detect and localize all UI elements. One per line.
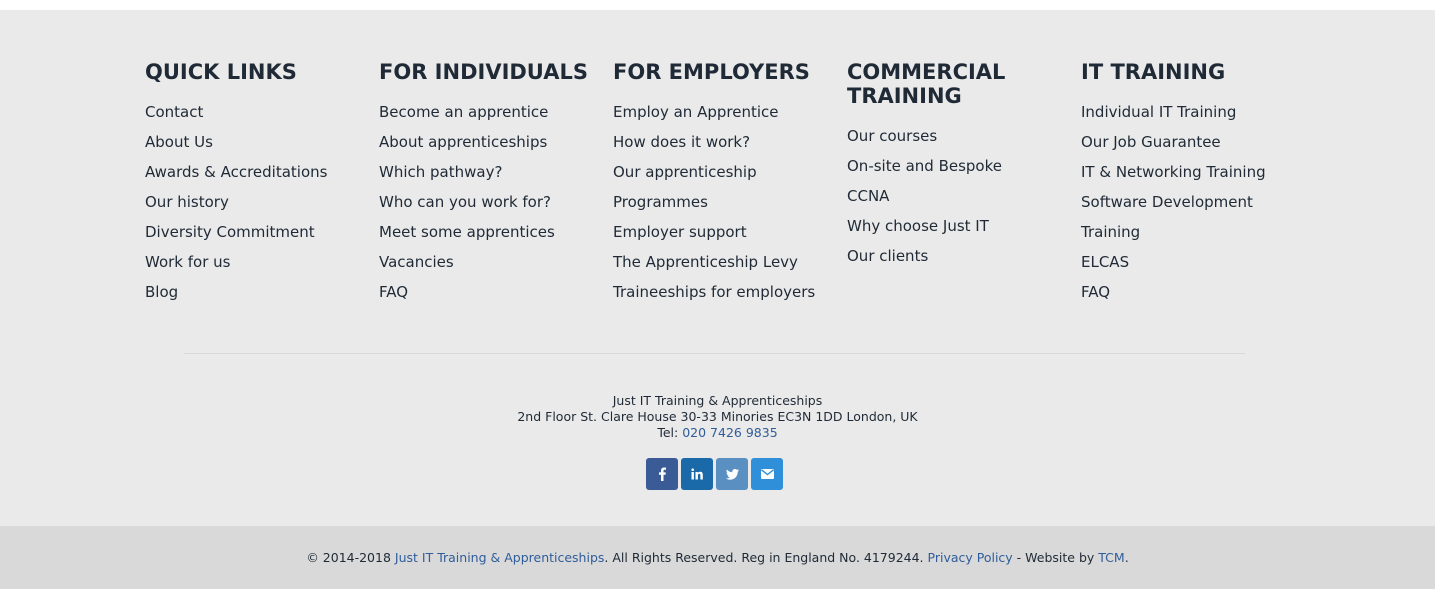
footer-link-contact[interactable]: Contact — [145, 97, 375, 127]
footer-link-about-us[interactable]: About Us — [145, 127, 375, 157]
footer-column-commercial-training: COMMERCIAL TRAINING Our courses On-site … — [847, 60, 1077, 271]
footer-link-job-guarantee[interactable]: Our Job Guarantee — [1081, 127, 1311, 157]
copyright-text: © 2014-2018 Just IT Training & Apprentic… — [306, 550, 1129, 565]
footer-link-traineeships[interactable]: Traineeships for employers — [613, 277, 843, 307]
contact-block: Just IT Training & Apprenticeships 2nd F… — [0, 393, 1435, 441]
social-icons — [646, 458, 783, 490]
company-address: 2nd Floor St. Clare House 30-33 Minories… — [517, 409, 918, 424]
footer-divider — [184, 353, 1245, 354]
company-link[interactable]: Just IT Training & Apprenticeships — [395, 550, 605, 565]
footer-link-onsite-bespoke[interactable]: On-site and Bespoke — [847, 151, 1077, 181]
footer-column-it-training: IT TRAINING Individual IT Training Our J… — [1081, 60, 1311, 307]
facebook-icon[interactable] — [646, 458, 678, 490]
footer-link-why-choose[interactable]: Why choose Just IT — [847, 211, 1077, 241]
footer-link-ccna[interactable]: CCNA — [847, 181, 1077, 211]
linkedin-icon[interactable] — [681, 458, 713, 490]
footer-link-which-pathway[interactable]: Which pathway? — [379, 157, 609, 187]
footer-link-awards[interactable]: Awards & Accreditations — [145, 157, 375, 187]
footer-link-apprenticeship-levy[interactable]: The Apprenticeship Levy — [613, 247, 843, 277]
footer-link-it-networking[interactable]: IT & Networking Training — [1081, 157, 1311, 187]
column-heading: IT TRAINING — [1081, 60, 1226, 84]
footer-link-work-for-us[interactable]: Work for us — [145, 247, 375, 277]
footer-link-elcas[interactable]: ELCAS — [1081, 247, 1311, 277]
footer-link-our-apprenticeship[interactable]: Our apprenticeship — [613, 157, 843, 187]
footer-link-blog[interactable]: Blog — [145, 277, 375, 307]
tcm-link[interactable]: TCM — [1098, 550, 1124, 565]
email-icon[interactable] — [751, 458, 783, 490]
footer-link-vacancies[interactable]: Vacancies — [379, 247, 609, 277]
footer-link-diversity[interactable]: Diversity Commitment — [145, 217, 375, 247]
footer-link-how-does-it-work[interactable]: How does it work? — [613, 127, 843, 157]
footer-link-employer-support[interactable]: Employer support — [613, 217, 843, 247]
footer-column-for-employers: FOR EMPLOYERS Employ an Apprentice How d… — [613, 60, 843, 307]
footer-link-training[interactable]: Training — [1081, 217, 1311, 247]
footer-link-software-development[interactable]: Software Development — [1081, 187, 1311, 217]
footer-link-meet-apprentices[interactable]: Meet some apprentices — [379, 217, 609, 247]
footer-column-for-individuals: FOR INDIVIDUALS Become an apprentice Abo… — [379, 60, 609, 307]
footer-link-employ-apprentice[interactable]: Employ an Apprentice — [613, 97, 843, 127]
footer-link-our-clients[interactable]: Our clients — [847, 241, 1077, 271]
footer-link-our-courses[interactable]: Our courses — [847, 121, 1077, 151]
copyright-bar: © 2014-2018 Just IT Training & Apprentic… — [0, 526, 1435, 589]
footer-link-our-history[interactable]: Our history — [145, 187, 375, 217]
footer-link-faq[interactable]: FAQ — [379, 277, 609, 307]
footer: QUICK LINKS Contact About Us Awards & Ac… — [0, 10, 1435, 526]
footer-link-faq-it[interactable]: FAQ — [1081, 277, 1311, 307]
footer-link-individual-it-training[interactable]: Individual IT Training — [1081, 97, 1311, 127]
footer-link-become-apprentice[interactable]: Become an apprentice — [379, 97, 609, 127]
company-name: Just IT Training & Apprenticeships — [612, 393, 823, 408]
phone-line: Tel: 020 7426 9835 — [657, 425, 778, 440]
footer-link-who-can-you-work-for[interactable]: Who can you work for? — [379, 187, 609, 217]
column-heading: QUICK LINKS — [145, 60, 297, 84]
footer-link-programmes[interactable]: Programmes — [613, 187, 843, 217]
phone-link[interactable]: 020 7426 9835 — [682, 425, 777, 440]
column-heading: FOR INDIVIDUALS — [379, 60, 588, 84]
column-heading: COMMERCIAL TRAINING — [847, 60, 1006, 108]
twitter-icon[interactable] — [716, 458, 748, 490]
footer-link-about-apprenticeships[interactable]: About apprenticeships — [379, 127, 609, 157]
column-heading: FOR EMPLOYERS — [613, 60, 810, 84]
footer-column-quick-links: QUICK LINKS Contact About Us Awards & Ac… — [145, 60, 375, 307]
privacy-policy-link[interactable]: Privacy Policy — [928, 550, 1013, 565]
